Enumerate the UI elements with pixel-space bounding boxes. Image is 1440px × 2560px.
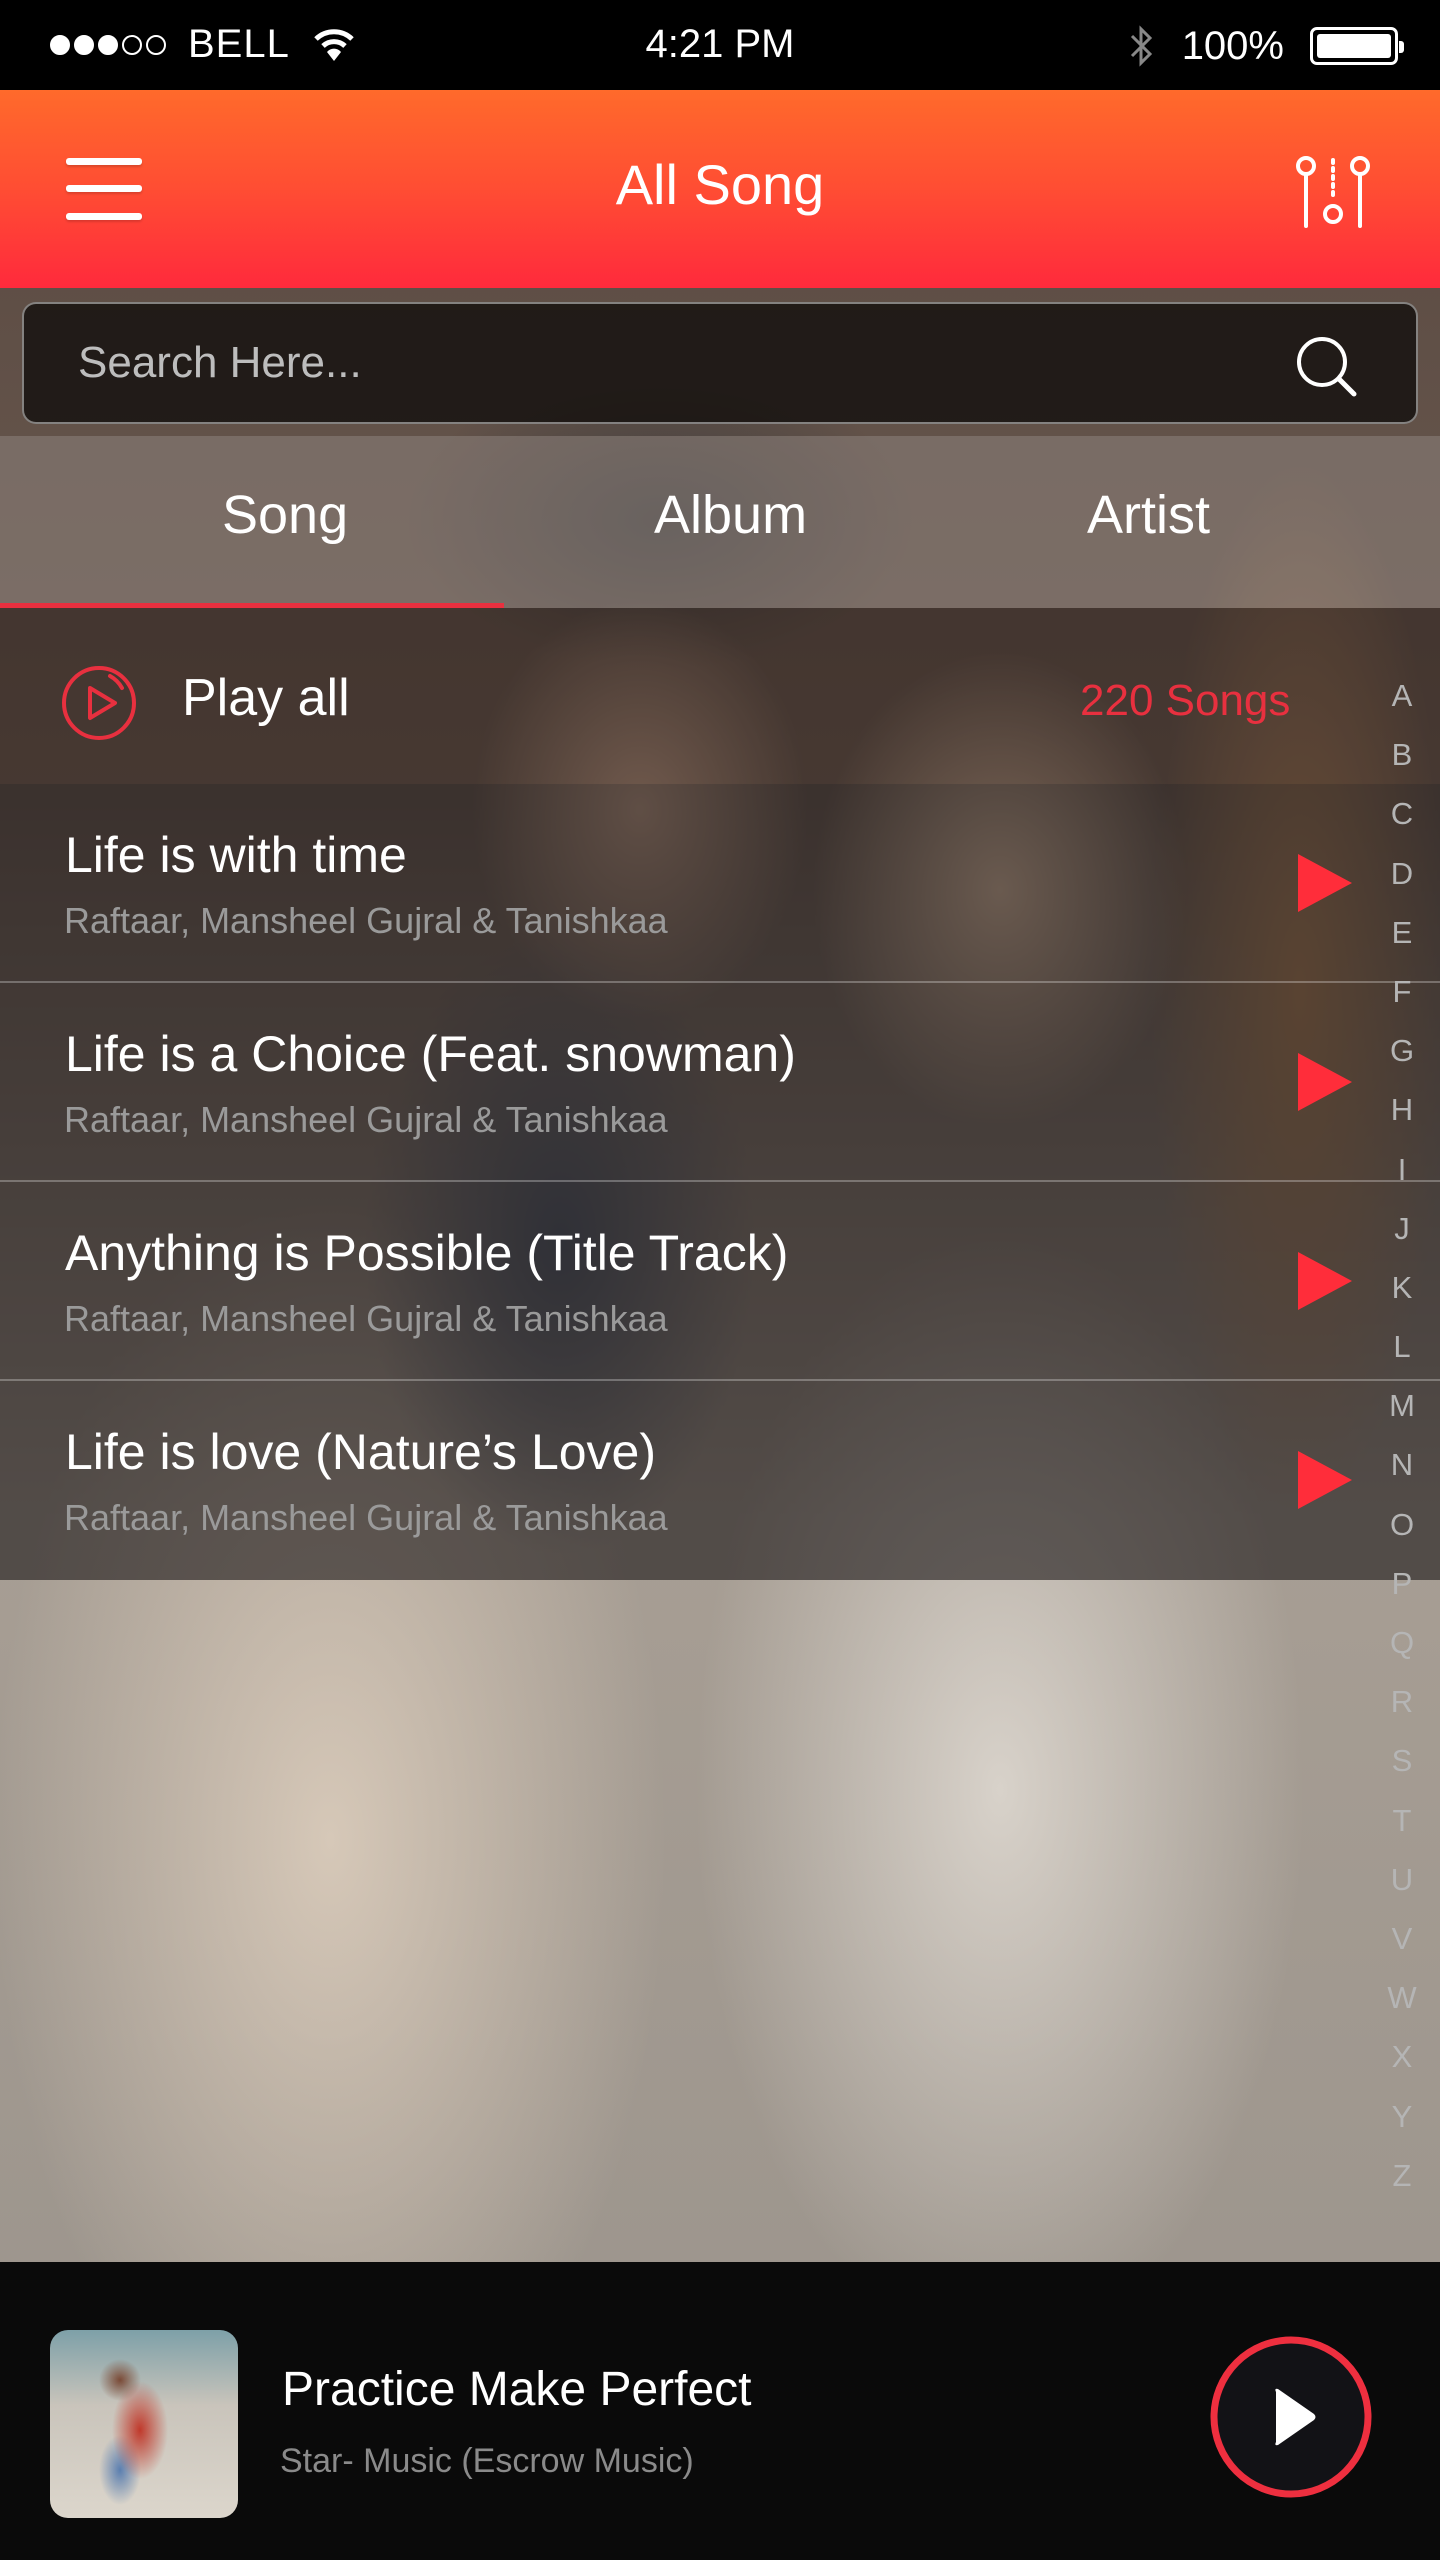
alphabet-letter-y[interactable]: Y: [1380, 2097, 1424, 2156]
alphabet-letter-e[interactable]: E: [1380, 913, 1424, 972]
song-title: Life is with time: [65, 827, 407, 883]
bluetooth-icon: [1130, 25, 1152, 67]
song-row[interactable]: Life is love (Nature’s Love) Raftaar, Ma…: [0, 1381, 1440, 1580]
alphabet-letter-v[interactable]: V: [1380, 1919, 1424, 1978]
alphabet-letter-t[interactable]: T: [1380, 1801, 1424, 1860]
alphabet-letter-d[interactable]: D: [1380, 854, 1424, 913]
alphabet-letter-h[interactable]: H: [1380, 1090, 1424, 1149]
play-icon[interactable]: [1296, 852, 1354, 914]
song-row[interactable]: Life is a Choice (Feat. snowman) Raftaar…: [0, 983, 1440, 1182]
tab-bar: Song Album Artist: [0, 436, 1440, 608]
alphabet-letter-i[interactable]: I: [1380, 1150, 1424, 1209]
play-circle-icon[interactable]: [60, 664, 138, 742]
battery-percent: 100%: [1181, 23, 1284, 68]
now-playing-title[interactable]: Practice Make Perfect: [282, 2362, 752, 2417]
song-artist: Raftaar, Mansheel Gujral & Tanishkaa: [64, 900, 668, 941]
play-icon[interactable]: [1296, 1250, 1354, 1312]
alphabet-letter-x[interactable]: X: [1380, 2037, 1424, 2096]
alphabet-letter-b[interactable]: B: [1380, 735, 1424, 794]
song-row[interactable]: Anything is Possible (Title Track) Rafta…: [0, 1182, 1440, 1381]
tab-album[interactable]: Album: [654, 484, 807, 546]
alphabet-letter-u[interactable]: U: [1380, 1860, 1424, 1919]
alphabet-index: ABCDEFGHIJKLMNOPQRSTUVWXYZ: [1380, 676, 1424, 2215]
song-count: 220 Songs: [1080, 676, 1291, 725]
alphabet-letter-o[interactable]: O: [1380, 1505, 1424, 1564]
status-bar: BELL 4:21 PM 100%: [0, 0, 1440, 90]
search-icon[interactable]: [1294, 334, 1358, 398]
battery-icon: [1310, 27, 1404, 65]
album-art[interactable]: [50, 2330, 238, 2518]
equalizer-filter-icon[interactable]: [1294, 154, 1372, 230]
alphabet-letter-p[interactable]: P: [1380, 1564, 1424, 1623]
app-header: All Song: [0, 90, 1440, 288]
alphabet-letter-j[interactable]: J: [1380, 1209, 1424, 1268]
tab-song[interactable]: Song: [222, 484, 348, 546]
song-row[interactable]: Life is with time Raftaar, Mansheel Gujr…: [0, 784, 1440, 983]
search-input[interactable]: [78, 304, 1238, 422]
search-bar: [22, 302, 1418, 424]
alphabet-letter-k[interactable]: K: [1380, 1268, 1424, 1327]
song-title: Life is a Choice (Feat. snowman): [65, 1026, 796, 1082]
song-title: Life is love (Nature’s Love): [65, 1424, 657, 1480]
alphabet-letter-a[interactable]: A: [1380, 676, 1424, 735]
alphabet-letter-g[interactable]: G: [1380, 1031, 1424, 1090]
song-artist: Raftaar, Mansheel Gujral & Tanishkaa: [64, 1099, 668, 1140]
song-artist: Raftaar, Mansheel Gujral & Tanishkaa: [64, 1497, 668, 1538]
alphabet-letter-w[interactable]: W: [1380, 1978, 1424, 2037]
song-title: Anything is Possible (Title Track): [65, 1225, 789, 1281]
play-icon[interactable]: [1296, 1449, 1354, 1511]
alphabet-letter-c[interactable]: C: [1380, 794, 1424, 853]
alphabet-letter-q[interactable]: Q: [1380, 1623, 1424, 1682]
play-all-button[interactable]: Play all: [182, 668, 350, 728]
alphabet-letter-f[interactable]: F: [1380, 972, 1424, 1031]
song-list: Life is with time Raftaar, Mansheel Gujr…: [0, 784, 1440, 1580]
play-icon[interactable]: [1296, 1051, 1354, 1113]
now-playing-subtitle: Star- Music (Escrow Music): [280, 2442, 694, 2480]
tab-artist[interactable]: Artist: [1087, 484, 1210, 546]
play-all-row: Play all 220 Songs: [0, 608, 1440, 784]
alphabet-letter-l[interactable]: L: [1380, 1327, 1424, 1386]
page-title: All Song: [615, 153, 825, 216]
alphabet-letter-z[interactable]: Z: [1380, 2156, 1424, 2215]
now-playing-bar: Practice Make Perfect Star- Music (Escro…: [0, 2262, 1440, 2560]
alphabet-letter-r[interactable]: R: [1380, 1682, 1424, 1741]
song-artist: Raftaar, Mansheel Gujral & Tanishkaa: [64, 1298, 668, 1339]
play-button[interactable]: [1208, 2334, 1374, 2500]
alphabet-letter-m[interactable]: M: [1380, 1386, 1424, 1445]
alphabet-letter-s[interactable]: S: [1380, 1741, 1424, 1800]
alphabet-letter-n[interactable]: N: [1380, 1445, 1424, 1504]
